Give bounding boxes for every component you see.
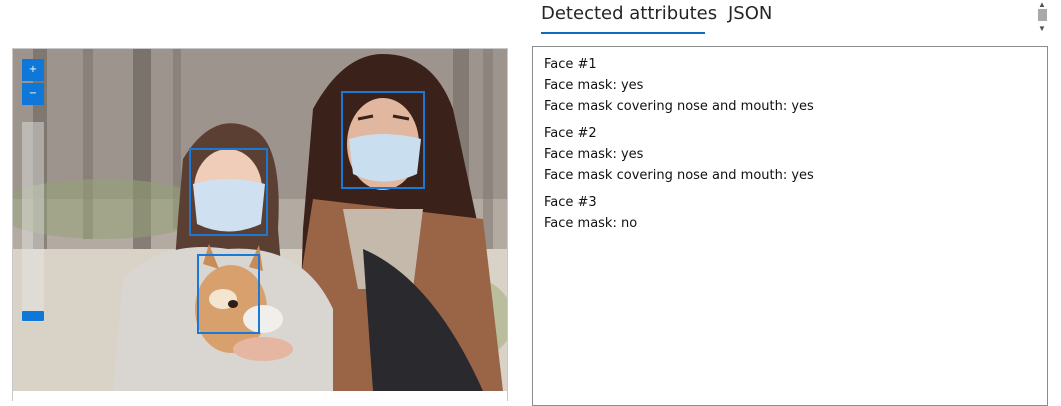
- zoom-in-button[interactable]: +: [22, 59, 44, 81]
- face-bounding-box-2[interactable]: [189, 148, 268, 236]
- image-viewer[interactable]: + −: [12, 48, 508, 401]
- mask-covering-attribute: Face mask covering nose and mouth: yes: [544, 99, 814, 114]
- tab-json[interactable]: JSON: [728, 3, 772, 24]
- detected-attributes-panel: Face #1 Face mask: yes Face mask coverin…: [532, 46, 1048, 406]
- active-tab-indicator: [541, 32, 705, 34]
- triangle-down-icon[interactable]: ▼: [1036, 24, 1048, 34]
- face-bounding-box-3[interactable]: [197, 254, 260, 334]
- zoom-slider-handle[interactable]: [22, 311, 44, 321]
- zoom-out-button[interactable]: −: [22, 83, 44, 105]
- page-scrollbar[interactable]: ▲ ▼: [1036, 0, 1048, 36]
- mask-covering-attribute: Face mask covering nose and mouth: yes: [544, 168, 814, 183]
- face-mask-attribute: Face mask: no: [544, 216, 638, 231]
- zoom-slider-track[interactable]: [22, 122, 44, 322]
- face-bounding-box-1[interactable]: [341, 91, 425, 189]
- face-result-1: Face #1 Face mask: yes Face mask coverin…: [544, 54, 814, 117]
- face-result-3: Face #3 Face mask: no: [544, 192, 637, 234]
- face-heading: Face #2: [544, 126, 597, 141]
- scrollbar-thumb[interactable]: [1038, 9, 1047, 21]
- face-mask-attribute: Face mask: yes: [544, 78, 644, 93]
- face-result-2: Face #2 Face mask: yes Face mask coverin…: [544, 123, 814, 186]
- face-heading: Face #3: [544, 195, 597, 210]
- face-mask-attribute: Face mask: yes: [544, 147, 644, 162]
- tab-detected-attributes[interactable]: Detected attributes: [541, 3, 717, 24]
- face-heading: Face #1: [544, 57, 597, 72]
